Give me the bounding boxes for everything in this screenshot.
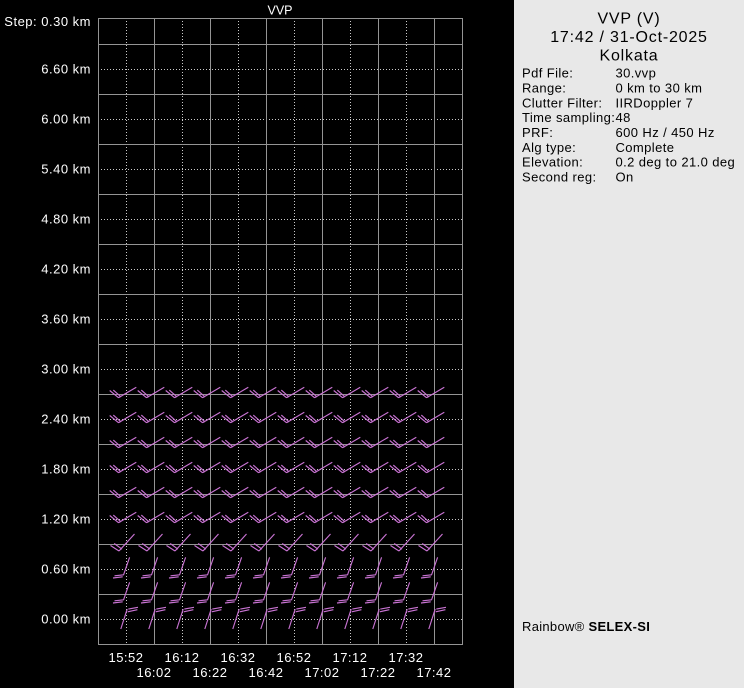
svg-text:Alg type:: Alg type: — [522, 140, 576, 155]
svg-text:0.2 deg to 21.0 deg: 0.2 deg to 21.0 deg — [616, 155, 736, 170]
svg-text:Clutter Filter:: Clutter Filter: — [522, 95, 602, 110]
svg-text:2.40 km: 2.40 km — [41, 412, 91, 427]
svg-text:Time sampling:: Time sampling: — [522, 110, 615, 125]
svg-text:6.60 km: 6.60 km — [41, 62, 91, 77]
svg-text:17:32: 17:32 — [388, 650, 423, 665]
svg-text:3.00 km: 3.00 km — [41, 362, 91, 377]
svg-text:600 Hz / 450 Hz: 600 Hz / 450 Hz — [616, 125, 715, 140]
svg-text:Rainbow® SELEX-SI: Rainbow® SELEX-SI — [522, 619, 650, 634]
svg-text:On: On — [616, 170, 634, 185]
svg-text:Range:: Range: — [522, 80, 566, 95]
svg-text:17:42: 17:42 — [416, 665, 451, 680]
svg-text:Elevation:: Elevation: — [522, 155, 583, 170]
svg-text:1.20 km: 1.20 km — [41, 512, 91, 527]
svg-text:0 km to 30 km: 0 km to 30 km — [616, 80, 703, 95]
svg-text:15:52: 15:52 — [108, 650, 143, 665]
svg-text:Step: 0.30 km: Step: 0.30 km — [4, 14, 91, 29]
svg-text:16:22: 16:22 — [192, 665, 227, 680]
svg-text:16:02: 16:02 — [136, 665, 171, 680]
svg-text:Pdf File:: Pdf File: — [522, 66, 573, 81]
svg-text:3.60 km: 3.60 km — [41, 312, 91, 327]
svg-text:IIRDoppler 7: IIRDoppler 7 — [616, 95, 694, 110]
svg-text:6.00 km: 6.00 km — [41, 112, 91, 127]
svg-text:Kolkata: Kolkata — [600, 48, 659, 65]
svg-text:Complete: Complete — [616, 140, 675, 155]
svg-text:16:42: 16:42 — [248, 665, 283, 680]
svg-text:17:12: 17:12 — [332, 650, 367, 665]
svg-text:4.20 km: 4.20 km — [41, 262, 91, 277]
svg-text:16:12: 16:12 — [164, 650, 199, 665]
svg-text:0.00 km: 0.00 km — [41, 612, 91, 627]
svg-text:48: 48 — [616, 110, 631, 125]
svg-text:30.vvp: 30.vvp — [616, 66, 657, 81]
svg-text:17:42 / 31-Oct-2025: 17:42 / 31-Oct-2025 — [550, 29, 708, 46]
svg-text:VVP: VVP — [267, 4, 292, 18]
svg-text:0.60 km: 0.60 km — [41, 562, 91, 577]
svg-text:17:02: 17:02 — [304, 665, 339, 680]
svg-text:PRF:: PRF: — [522, 125, 553, 140]
svg-text:16:32: 16:32 — [220, 650, 255, 665]
svg-text:16:52: 16:52 — [276, 650, 311, 665]
svg-text:VVP (V): VVP (V) — [597, 11, 660, 28]
svg-text:Second reg:: Second reg: — [522, 170, 597, 185]
svg-text:1.80 km: 1.80 km — [41, 462, 91, 477]
svg-text:5.40 km: 5.40 km — [41, 162, 91, 177]
svg-text:17:22: 17:22 — [360, 665, 395, 680]
svg-text:4.80 km: 4.80 km — [41, 212, 91, 227]
